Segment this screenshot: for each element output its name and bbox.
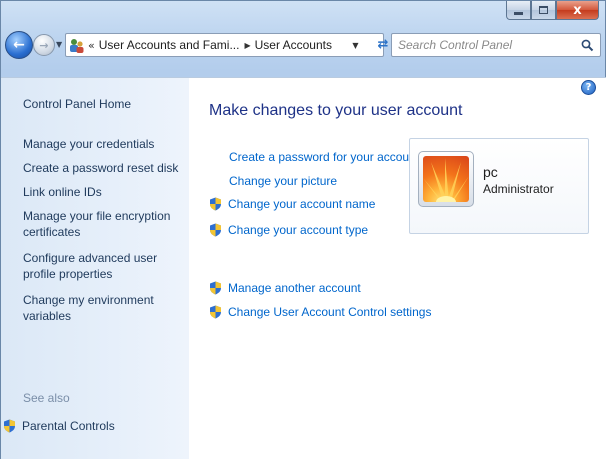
sidebar-item-parental-controls[interactable]: Parental Controls xyxy=(3,419,115,433)
navigation-bar: ← → ▼ « User Accounts and Fami... ▶ User… xyxy=(1,31,606,65)
uac-shield-icon xyxy=(210,223,221,237)
parental-controls-label[interactable]: Parental Controls xyxy=(22,419,115,433)
change-account-name-label[interactable]: Change your account name xyxy=(228,197,375,211)
page-title: Make changes to your user account xyxy=(209,102,463,119)
account-card: pc Administrator xyxy=(409,138,589,234)
uac-shield-icon xyxy=(210,281,221,295)
close-button[interactable]: x xyxy=(556,1,599,20)
help-icon[interactable]: ? xyxy=(581,80,596,95)
breadcrumb-item-user-accounts[interactable]: User Accounts xyxy=(255,38,332,52)
manage-another-account-link[interactable]: Manage another account xyxy=(209,281,361,295)
change-account-type-link[interactable]: Change your account type xyxy=(209,223,368,237)
caption-buttons: x xyxy=(506,1,599,20)
breadcrumb-overflow[interactable]: « xyxy=(88,39,95,52)
avatar[interactable] xyxy=(423,156,469,202)
minimize-icon xyxy=(514,11,523,15)
address-dropdown-icon[interactable]: ▼ xyxy=(347,34,364,56)
sidebar-item-password-reset-disk[interactable]: Create a password reset disk xyxy=(23,160,183,176)
task-pane: Control Panel Home Manage your credentia… xyxy=(1,77,189,459)
search-box[interactable] xyxy=(391,33,601,57)
forward-arrow-icon: → xyxy=(39,38,49,52)
breadcrumb-separator-icon[interactable]: ▶ xyxy=(244,41,250,50)
search-input[interactable] xyxy=(398,35,578,55)
account-type: Administrator xyxy=(483,182,554,196)
recent-pages-dropdown[interactable]: ▼ xyxy=(56,40,62,49)
back-arrow-icon: ← xyxy=(13,37,25,53)
main-content: ? Make changes to your user account Crea… xyxy=(189,77,606,459)
sidebar-item-control-panel-home[interactable]: Control Panel Home xyxy=(23,96,183,112)
control-panel-window: x ← → ▼ « User Accounts and Fami... ▶ Us… xyxy=(0,0,606,459)
change-account-name-link[interactable]: Change your account name xyxy=(209,197,375,211)
manage-another-account-label[interactable]: Manage another account xyxy=(228,281,361,295)
close-icon: x xyxy=(573,2,582,18)
forward-button[interactable]: → xyxy=(33,34,55,56)
avatar-frame xyxy=(418,151,474,207)
sidebar-item-environment-variables[interactable]: Change my environment variables xyxy=(23,292,183,324)
address-bar[interactable]: « User Accounts and Fami... ▶ User Accou… xyxy=(65,33,384,57)
sidebar-item-advanced-profile[interactable]: Configure advanced user profile properti… xyxy=(23,250,183,282)
see-also-heading: See also xyxy=(23,391,70,405)
maximize-button[interactable] xyxy=(531,1,556,20)
sidebar-item-manage-credentials[interactable]: Manage your credentials xyxy=(23,136,183,152)
minimize-button[interactable] xyxy=(506,1,531,20)
uac-shield-icon xyxy=(4,419,15,433)
maximize-icon xyxy=(539,6,548,14)
account-name: pc xyxy=(483,164,498,180)
search-icon[interactable] xyxy=(581,39,594,52)
uac-settings-label[interactable]: Change User Account Control settings xyxy=(228,305,431,319)
breadcrumb-item-family-safety[interactable]: User Accounts and Fami... xyxy=(99,38,240,52)
create-password-link[interactable]: Create a password for your account xyxy=(229,150,419,164)
sidebar-item-link-online-ids[interactable]: Link online IDs xyxy=(23,184,183,200)
uac-settings-link[interactable]: Change User Account Control settings xyxy=(209,305,431,319)
change-picture-link[interactable]: Change your picture xyxy=(229,174,337,188)
uac-shield-icon xyxy=(210,305,221,319)
change-account-type-label[interactable]: Change your account type xyxy=(228,223,368,237)
flower-picture-icon xyxy=(423,158,469,202)
sidebar-item-file-encryption[interactable]: Manage your file encryption certificates xyxy=(23,208,183,240)
refresh-icon: ⇄ xyxy=(377,37,389,52)
user-accounts-icon xyxy=(68,37,85,54)
back-button[interactable]: ← xyxy=(5,31,33,59)
uac-shield-icon xyxy=(210,197,221,211)
